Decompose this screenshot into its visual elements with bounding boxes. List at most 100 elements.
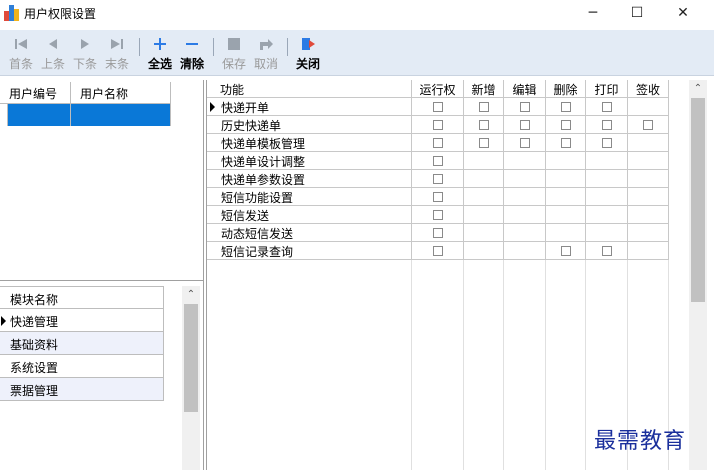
permission-cell-run bbox=[412, 242, 464, 260]
module-name: 系统设置 bbox=[10, 361, 59, 375]
permission-checkbox-run[interactable] bbox=[432, 174, 443, 184]
permission-row[interactable]: 短信记录查询 bbox=[207, 242, 669, 260]
permission-checkbox-run[interactable] bbox=[432, 120, 443, 130]
module-row[interactable]: 基础资料 bbox=[0, 332, 164, 355]
permission-checkbox-run[interactable] bbox=[432, 102, 443, 112]
clear-button[interactable]: 清除 bbox=[177, 34, 207, 74]
select-all-button[interactable]: 全选 bbox=[145, 34, 175, 74]
permission-row[interactable]: 短信功能设置 bbox=[207, 188, 669, 206]
cancel-button[interactable]: 取消 bbox=[251, 34, 281, 74]
module-grid-scrollbar[interactable]: ⌃ bbox=[182, 286, 200, 470]
permission-cell-sign bbox=[628, 116, 669, 134]
module-row[interactable]: 快递管理 bbox=[0, 309, 164, 332]
column-header-module-name[interactable]: 模块名称 bbox=[0, 286, 164, 309]
close-window-button[interactable]: ✕ bbox=[660, 0, 706, 26]
permission-checkbox-run[interactable] bbox=[432, 192, 443, 202]
function-name: 短信发送 bbox=[221, 209, 270, 223]
user-name-cell[interactable] bbox=[71, 104, 171, 126]
last-record-button[interactable]: 末条 bbox=[102, 34, 132, 74]
permission-checkbox-delete[interactable] bbox=[560, 246, 571, 256]
next-record-button[interactable]: 下条 bbox=[70, 34, 100, 74]
permission-row[interactable]: 快递开单 bbox=[207, 98, 669, 116]
permission-cell-delete bbox=[546, 206, 586, 224]
column-header-user-name[interactable]: 用户名称 bbox=[71, 82, 171, 104]
toolbar: 首条 上条 下条 末条 全选 清除 保存 取消 关闭 bbox=[0, 30, 714, 76]
permission-cell-run bbox=[412, 98, 464, 116]
user-id-cell[interactable] bbox=[0, 104, 71, 126]
scroll-up-icon[interactable]: ⌃ bbox=[689, 80, 707, 98]
watermark: 最需教育 bbox=[594, 429, 687, 454]
prev-record-button[interactable]: 上条 bbox=[38, 34, 68, 74]
maximize-button[interactable]: ☐ bbox=[614, 0, 660, 26]
scroll-thumb[interactable] bbox=[691, 98, 705, 302]
permission-checkbox-sign[interactable] bbox=[643, 120, 653, 130]
permission-cell-edit bbox=[504, 116, 546, 134]
permission-cell-add bbox=[464, 170, 504, 188]
window-title: 用户权限设置 bbox=[24, 7, 97, 21]
column-header-user-id[interactable]: 用户编号 bbox=[0, 82, 71, 104]
toolbar-separator bbox=[287, 38, 288, 56]
prev-icon bbox=[38, 34, 68, 54]
permission-row[interactable]: 快递单参数设置 bbox=[207, 170, 669, 188]
permission-row[interactable]: 动态短信发送 bbox=[207, 224, 669, 242]
permission-cell-sign bbox=[628, 152, 669, 170]
permission-checkbox-run[interactable] bbox=[432, 228, 443, 238]
function-name: 动态短信发送 bbox=[221, 227, 294, 241]
column-header[interactable]: 打印 bbox=[586, 80, 628, 98]
permission-cell-add bbox=[464, 206, 504, 224]
current-row-icon bbox=[210, 102, 215, 112]
permission-checkbox-print[interactable] bbox=[601, 138, 612, 148]
permission-checkbox-run[interactable] bbox=[432, 210, 443, 220]
permission-checkbox-delete[interactable] bbox=[560, 138, 571, 148]
pane-splitter[interactable] bbox=[0, 280, 204, 281]
column-header[interactable]: 编辑 bbox=[504, 80, 546, 98]
right-pane: 功能 运行权 新增 编辑 删除 打印 签收 快递开单 历史快递单快递单模板管理 快递单设计调整 快递… bbox=[206, 80, 707, 470]
permission-row[interactable]: 快递单模板管理 bbox=[207, 134, 669, 152]
first-record-button[interactable]: 首条 bbox=[6, 34, 36, 74]
next-icon bbox=[70, 34, 100, 54]
column-header[interactable]: 运行权 bbox=[412, 80, 464, 98]
undo-icon bbox=[251, 34, 281, 54]
minimize-button[interactable]: ─ bbox=[570, 0, 616, 26]
permission-checkbox-run[interactable] bbox=[432, 156, 443, 166]
permission-cell-add bbox=[464, 116, 504, 134]
permission-cell-sign bbox=[628, 206, 669, 224]
permission-checkbox-run[interactable] bbox=[432, 246, 443, 256]
permission-checkbox-run[interactable] bbox=[432, 138, 443, 148]
permission-checkbox-add[interactable] bbox=[478, 138, 489, 148]
close-button[interactable]: 关闭 bbox=[293, 34, 323, 74]
column-header[interactable]: 功能 bbox=[207, 80, 412, 98]
column-header[interactable]: 签收 bbox=[628, 80, 669, 98]
permission-checkbox-edit[interactable] bbox=[519, 120, 530, 130]
exit-icon bbox=[293, 34, 323, 54]
scroll-up-icon[interactable]: ⌃ bbox=[182, 286, 200, 304]
save-button[interactable]: 保存 bbox=[219, 34, 249, 74]
permission-cell-sign bbox=[628, 98, 669, 116]
permission-checkbox-add[interactable] bbox=[478, 120, 489, 130]
module-row[interactable]: 票据管理 bbox=[0, 378, 164, 401]
permission-cell-add bbox=[464, 98, 504, 116]
permission-checkbox-add[interactable] bbox=[478, 102, 489, 112]
permission-row[interactable]: 短信发送 bbox=[207, 206, 669, 224]
permission-row[interactable]: 历史快递单 bbox=[207, 116, 669, 134]
permission-checkbox-print[interactable] bbox=[601, 120, 612, 130]
permission-grid-scrollbar[interactable]: ⌃ bbox=[689, 80, 707, 470]
column-header[interactable]: 新增 bbox=[464, 80, 504, 98]
permission-cell-run bbox=[412, 206, 464, 224]
permission-checkbox-edit[interactable] bbox=[519, 102, 530, 112]
row-selector[interactable] bbox=[0, 104, 8, 126]
permission-checkbox-delete[interactable] bbox=[560, 102, 571, 112]
permission-checkbox-delete[interactable] bbox=[560, 120, 571, 130]
module-row[interactable]: 系统设置 bbox=[0, 355, 164, 378]
column-header[interactable]: 删除 bbox=[546, 80, 586, 98]
function-name: 快递单模板管理 bbox=[221, 137, 306, 151]
scroll-thumb[interactable] bbox=[184, 304, 198, 412]
user-grid-selected-row[interactable] bbox=[0, 104, 172, 126]
permission-checkbox-print[interactable] bbox=[601, 246, 612, 256]
permission-cell-edit bbox=[504, 188, 546, 206]
plus-icon bbox=[145, 34, 175, 54]
permission-row[interactable]: 快递单设计调整 bbox=[207, 152, 669, 170]
permission-checkbox-print[interactable] bbox=[601, 102, 612, 112]
permission-checkbox-edit[interactable] bbox=[519, 138, 530, 148]
toolbar-separator bbox=[213, 38, 214, 56]
